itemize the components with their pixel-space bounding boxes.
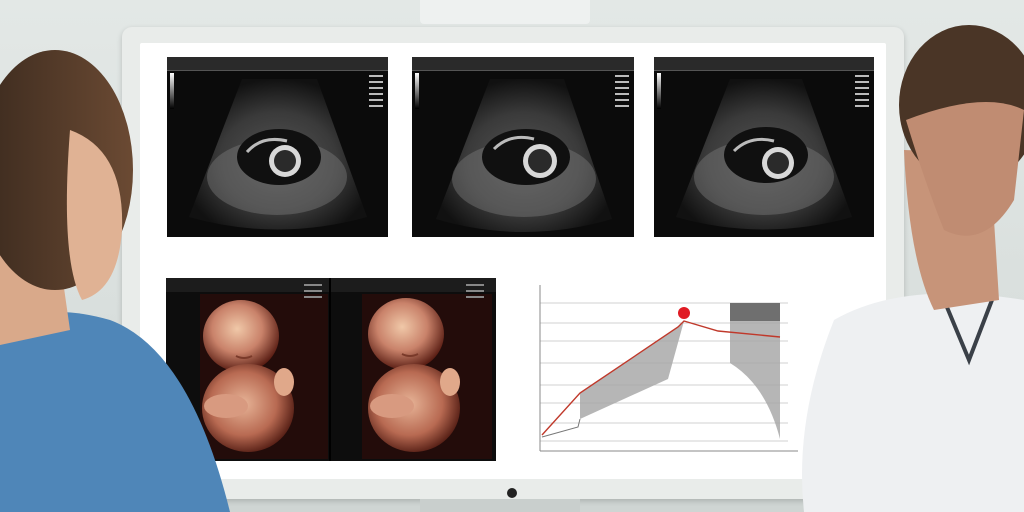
ultrasound-image <box>436 79 612 232</box>
monitor-stand <box>420 499 580 512</box>
chart-legend-box <box>730 303 780 321</box>
webcam-icon <box>507 488 517 498</box>
ultrasound-scan-2[interactable] <box>412 57 634 237</box>
marker-dot-icon <box>678 307 690 319</box>
chart-band-2 <box>730 305 780 439</box>
growth-chart[interactable] <box>518 275 824 467</box>
fetus-render-2 <box>362 294 492 459</box>
doctor-right <box>802 25 1024 512</box>
ceiling-light <box>420 0 590 24</box>
growth-chart-plot <box>539 285 798 452</box>
chart-band-1 <box>580 321 684 419</box>
doctor-left <box>0 50 230 512</box>
